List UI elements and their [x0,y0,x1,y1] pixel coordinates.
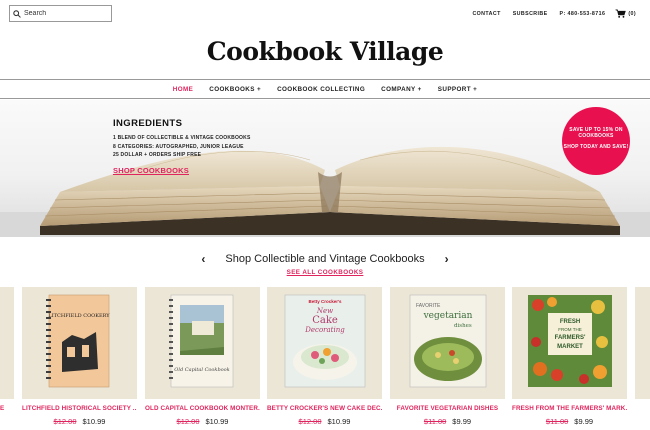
sale-price: $10.99 [327,417,351,426]
carousel-next-button[interactable]: › [445,252,449,266]
product-image[interactable]: FRESH FROM THE FARMERS' MARKET [512,287,627,399]
search-input[interactable] [24,10,110,17]
product-price: $12.00 $10.99 [22,417,137,426]
product-title[interactable]: BETTY CROCKER'S NEW CAKE DEC... [267,405,382,412]
nav-cookbook-collecting[interactable]: COOKBOOK COLLECTING [277,86,365,93]
cover-brand: Betty Crocker's [308,299,342,304]
product-title[interactable]: OLD CAPITAL COOKBOOK MONTER... [145,405,260,412]
site-logo[interactable]: Cookbook Village [0,37,650,66]
partial-product-thumb[interactable] [635,287,650,399]
nav-cookbooks[interactable]: COOKBOOKS + [209,86,261,93]
sale-price: $10.99 [205,417,229,426]
product-card[interactable]: Betty Crocker's New Cake Decorating BETT… [267,287,382,426]
partial-product-thumb[interactable] [0,287,14,399]
cover-title-line: Decorating [304,326,345,334]
original-price: $11.00 [423,417,447,426]
subscribe-link[interactable]: SUBSCRIBE [513,11,548,17]
hero-text: INGREDIENTS 1 BLEND OF COLLECTIBLE & VIN… [113,118,250,178]
original-price: $11.00 [545,417,569,426]
section-header: ‹ Shop Collectible and Vintage Cookbooks… [0,252,650,266]
promo-text: SAVE UP TO 15% ON COOKBOOKS [569,127,623,140]
carousel-prev-button[interactable]: ‹ [201,252,205,266]
product-card[interactable]: LITCHFIELD COOKERY LITCHFIELD HISTORICAL… [22,287,137,426]
hero-line: 8 CATEGORIES: AUTOGRAPHED, JUNIOR LEAGUE [113,143,244,150]
cart-button[interactable]: (0) [615,9,636,18]
cover-title-line: dishes [454,323,472,329]
promo-badge[interactable]: SAVE UP TO 15% ON COOKBOOKS SHOP TODAY A… [562,107,630,175]
contact-link[interactable]: CONTACT [472,11,500,17]
cover-title: LITCHFIELD COOKERY [48,313,110,319]
original-price: $12.00 [176,417,200,426]
product-title[interactable]: FAVORITE VEGETARIAN DISHES [390,405,505,412]
hero-line: 1 BLEND OF COLLECTIBLE & VINTAGE COOKBOO… [113,135,251,141]
cover-title-line: vegetarian [423,311,473,321]
product-card[interactable]: FRESH FROM THE FARMERS' MARKET FRESH FRO… [512,287,627,426]
product-price: $12.00 $10.99 [145,417,260,426]
section-title: Shop Collectible and Vintage Cookbooks [225,253,425,265]
product-title[interactable]: LITCHFIELD HISTORICAL SOCIETY ... [22,405,137,412]
product-card[interactable]: FAVORITE vegetarian dishes FAVORITE VEGE… [390,287,505,426]
search-icon [13,9,21,18]
cover-title-line: MARKET [557,344,583,350]
shop-cookbooks-link[interactable]: SHOP COOKBOOKS [113,166,189,175]
product-card[interactable]: Old Capital Cookbook OLD CAPITAL COOKBOO… [145,287,260,426]
nav-home[interactable]: HOME [173,86,194,93]
phone-number: P: 480-553-8716 [559,10,606,17]
cover-title-line: FROM THE [558,327,581,332]
top-links: CONTACT SUBSCRIBE P: 480-553-8716 (0) [472,9,636,18]
product-price: $12.00 $10.99 [267,417,382,426]
product-image[interactable]: Old Capital Cookbook [145,287,260,399]
promo-cta: SHOP TODAY AND SAVE! [563,143,629,150]
product-price: $11.00 $9.99 [390,417,505,426]
product-image[interactable]: Betty Crocker's New Cake Decorating [267,287,382,399]
cover-title-line: FRESH [560,319,580,325]
cover-title-line: New [316,307,333,315]
nav-company[interactable]: COMPANY + [381,86,422,93]
cover-title-line: Cake [312,315,338,326]
original-price: $12.00 [53,417,77,426]
sale-price: $9.99 [452,417,472,426]
nav-support[interactable]: SUPPORT + [438,86,477,93]
product-image[interactable]: FAVORITE vegetarian dishes [390,287,505,399]
hero-banner: INGREDIENTS 1 BLEND OF COLLECTIBLE & VIN… [0,100,650,237]
partial-product-title[interactable]: E [0,405,4,412]
hero-line: 25 DOLLAR + ORDERS SHIP FREE [113,152,202,159]
cart-count: (0) [628,10,636,17]
hero-title: INGREDIENTS [113,118,183,129]
product-image[interactable]: LITCHFIELD COOKERY [22,287,137,399]
sale-price: $9.99 [574,417,594,426]
open-book-illustration [0,146,650,237]
see-all-cookbooks-link[interactable]: SEE ALL COOKBOOKS [0,269,650,276]
cover-title: Old Capital Cookbook [174,367,229,373]
cart-icon [615,9,627,18]
cover-title-line: FARMERS' [555,335,586,341]
search-box[interactable] [9,5,112,22]
product-title[interactable]: FRESH FROM THE FARMERS' MARK... [512,405,627,412]
product-price: $11.00 $9.99 [512,417,627,426]
sale-price: $10.99 [82,417,106,426]
cover-title-line: FAVORITE [416,303,441,309]
original-price: $12.00 [298,417,322,426]
main-nav: HOME COOKBOOKS + COOKBOOK COLLECTING COM… [0,79,650,99]
